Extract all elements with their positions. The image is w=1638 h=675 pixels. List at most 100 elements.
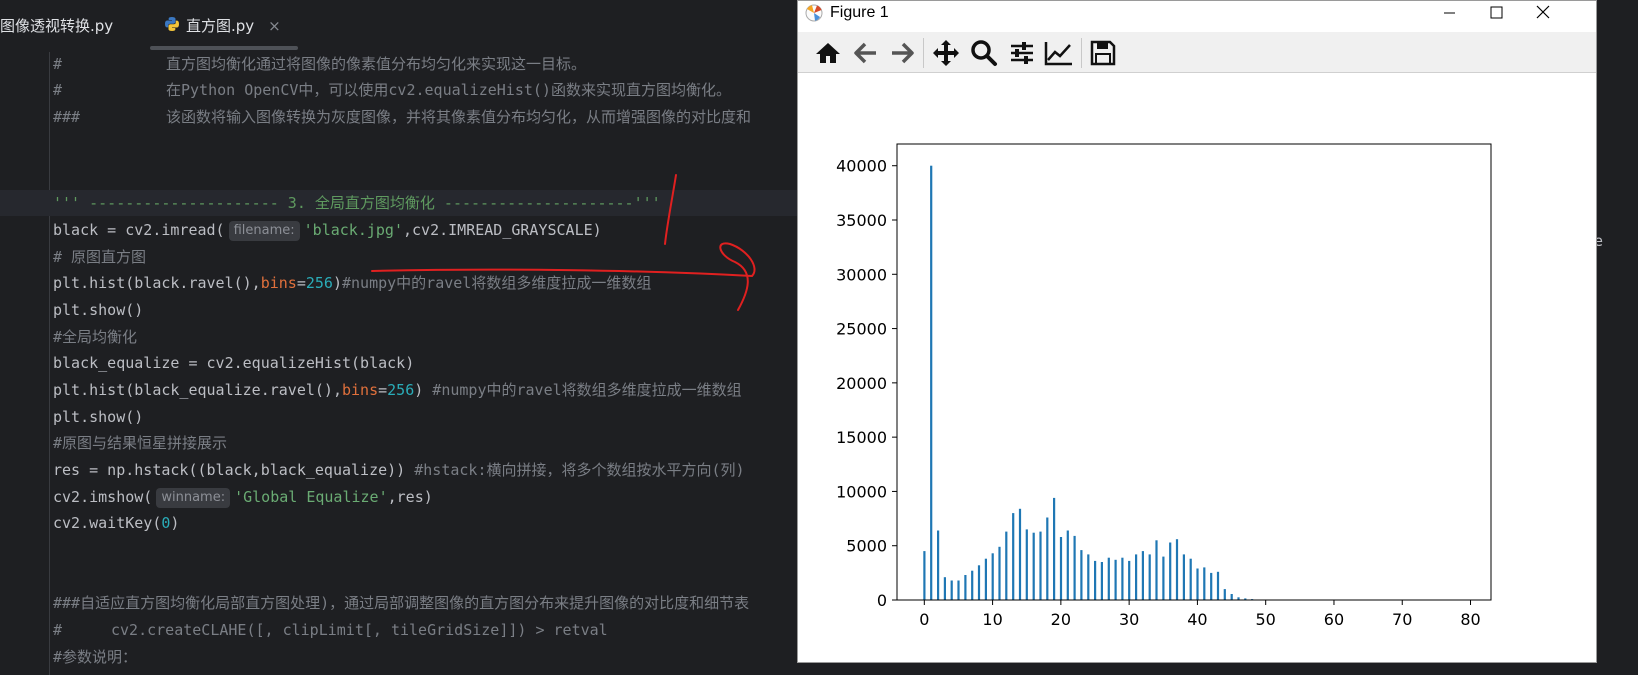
code-line-show[interactable]: plt.show() bbox=[53, 404, 143, 431]
save-icon bbox=[1090, 40, 1116, 66]
histogram-bar bbox=[1025, 529, 1028, 600]
window-title-bar[interactable]: Figure 1 bbox=[798, 1, 1596, 24]
matplotlib-figure-window[interactable]: Figure 1 0 10 20 30 40 50 60 70 80 0 500… bbox=[797, 0, 1597, 663]
histogram-bars bbox=[923, 165, 1261, 600]
zoom-button[interactable] bbox=[968, 38, 1000, 68]
code-line-3[interactable]: ### 该函数将输入图像转换为灰度图像，并将其像素值分布均匀化，从而增强图像的对比… bbox=[53, 104, 751, 131]
histogram-bar bbox=[984, 558, 987, 600]
histogram-bar bbox=[1073, 535, 1076, 600]
comment: ###自适应直方图均衡化局部直方图处理)，通过局部调整图像的直方图分布来提升图像… bbox=[53, 594, 750, 612]
code-line-comment[interactable]: #参数说明： bbox=[53, 644, 137, 671]
code-line-show[interactable]: plt.show() bbox=[53, 297, 143, 324]
kwarg-name: bins bbox=[341, 381, 379, 399]
histogram-bar bbox=[1141, 551, 1144, 600]
histogram-bar bbox=[1230, 594, 1233, 600]
tab-histogram[interactable]: 直方图.py × bbox=[164, 0, 281, 52]
histogram-bar bbox=[1155, 540, 1158, 600]
code-line-comment[interactable]: #原图与结果恒星拼接展示 bbox=[53, 430, 227, 457]
param-hint-winname: winname: bbox=[156, 488, 231, 508]
window-title: Figure 1 bbox=[830, 4, 889, 21]
close-window-button[interactable] bbox=[1520, 1, 1566, 24]
back-button[interactable] bbox=[850, 38, 882, 68]
code-line-comment[interactable]: ###自适应直方图均衡化局部直方图处理)，通过局部调整图像的直方图分布来提升图像… bbox=[53, 590, 749, 617]
save-button[interactable] bbox=[1087, 38, 1119, 68]
x-tick-label: 20 bbox=[1051, 610, 1071, 629]
matplotlib-app-icon bbox=[804, 3, 824, 27]
home-button[interactable] bbox=[812, 38, 844, 68]
maximize-button[interactable] bbox=[1473, 1, 1519, 24]
minimize-icon bbox=[1444, 12, 1455, 14]
code-line-hist[interactable]: plt.hist(black.ravel(),bins=256)#numpy中的… bbox=[53, 270, 651, 297]
pan-button[interactable] bbox=[930, 38, 962, 68]
zoom-icon bbox=[971, 40, 997, 66]
code-line-waitkey[interactable]: cv2.waitKey(0) bbox=[53, 510, 179, 537]
code-text: plt.show() bbox=[53, 301, 144, 319]
comment-hash: # bbox=[53, 55, 63, 73]
forward-button[interactable] bbox=[886, 38, 918, 68]
histogram-bar bbox=[1053, 497, 1056, 600]
code-line-hstack[interactable]: res = np.hstack((black,black_equalize)) … bbox=[53, 457, 745, 484]
comment: # 原图直方图 bbox=[53, 248, 147, 266]
histogram-bar bbox=[923, 551, 926, 600]
toolbar-separator bbox=[1081, 38, 1082, 68]
y-tick-label: 40000 bbox=[836, 157, 887, 176]
code-line-comment[interactable]: #全局均衡化 bbox=[53, 324, 137, 351]
home-icon bbox=[816, 43, 840, 63]
y-tick-label: 10000 bbox=[836, 482, 887, 501]
histogram-bar bbox=[1196, 568, 1199, 600]
y-tick-label: 5000 bbox=[846, 537, 887, 556]
code-line-2[interactable]: # 在Python OpenCV中，可以使用cv2.equalizeHist()函… bbox=[53, 77, 731, 104]
x-tick-label: 10 bbox=[982, 610, 1002, 629]
string-literal: 'Global Equalize' bbox=[234, 488, 388, 506]
kwarg-name: bins bbox=[260, 274, 297, 292]
histogram-bar bbox=[1066, 530, 1069, 600]
histogram-bar bbox=[1039, 531, 1042, 600]
code-line-imread[interactable]: black = cv2.imread(filename:'black.jpg',… bbox=[53, 217, 602, 244]
histogram-bar bbox=[1210, 572, 1213, 600]
x-axis-ticks: 0 10 20 30 40 50 60 70 80 bbox=[919, 600, 1481, 629]
code-line-docstring[interactable]: ''' --------------------- 3. 全局直方图均衡化 --… bbox=[53, 190, 661, 217]
string-literal: 'black.jpg' bbox=[303, 221, 403, 239]
code-text: plt.show() bbox=[53, 408, 144, 426]
docstring: ''' --------------------- 3. 全局直方图均衡化 --… bbox=[53, 194, 661, 212]
histogram-bar bbox=[977, 565, 981, 600]
x-tick-label: 80 bbox=[1460, 610, 1480, 629]
comment-text: cv2.createCLAHE([, clipLimit[, tileGridS… bbox=[111, 621, 608, 639]
tab-label: 图像透视转换.py bbox=[0, 17, 114, 35]
x-tick-label: 0 bbox=[919, 610, 929, 629]
histogram-bar bbox=[998, 546, 1001, 600]
histogram-bar bbox=[1175, 539, 1179, 600]
code-line-imshow[interactable]: cv2.imshow(winname: 'Global Equalize',res… bbox=[53, 484, 433, 511]
histogram-bar bbox=[1046, 517, 1049, 600]
tab-perspective-transform[interactable]: 图像透视转换.py bbox=[0, 0, 113, 52]
y-tick-label: 0 bbox=[877, 591, 887, 610]
code-text: ) bbox=[332, 274, 342, 292]
histogram-bar bbox=[1182, 554, 1185, 600]
x-tick-label: 40 bbox=[1187, 610, 1207, 629]
histogram-bar bbox=[1189, 558, 1192, 600]
y-tick-label: 30000 bbox=[836, 265, 887, 284]
histogram-bar bbox=[1012, 513, 1015, 600]
histogram-plot[interactable]: 0 10 20 30 40 50 60 70 80 0 5000 10000 15000 20000 25… bbox=[798, 73, 1596, 663]
minimize-button[interactable] bbox=[1426, 1, 1472, 24]
histogram-bar bbox=[991, 553, 994, 600]
x-tick-label: 50 bbox=[1256, 610, 1276, 629]
y-tick-label: 15000 bbox=[836, 428, 887, 447]
code-line-comment[interactable]: # cv2.createCLAHE([, clipLimit[, tileGrid… bbox=[53, 617, 608, 644]
code-line-equalize[interactable]: black_equalize = cv2.equalizeHist(black) bbox=[53, 350, 414, 377]
code-text: ,cv2.IMREAD_GRAYSCALE) bbox=[402, 221, 602, 239]
code-text: cv2.waitKey( bbox=[53, 514, 162, 532]
code-line-comment[interactable]: # 原图直方图 bbox=[53, 244, 146, 271]
comment-hash: ### bbox=[53, 108, 81, 126]
histogram-bar bbox=[1169, 542, 1172, 600]
histogram-bar bbox=[1114, 559, 1117, 600]
pan-icon bbox=[933, 40, 959, 66]
histogram-bar bbox=[1059, 537, 1063, 600]
comment-text: 该函数将输入图像转换为灰度图像，并将其像素值分布均匀化，从而增强图像的对比度和 bbox=[166, 108, 752, 126]
close-tab-icon[interactable]: × bbox=[268, 17, 281, 35]
code-line-1[interactable]: # 直方图均衡化通过将图像的像素值分布均匀化来实现这一目标。 bbox=[53, 51, 586, 78]
edit-axes-button[interactable] bbox=[1043, 38, 1075, 68]
configure-subplots-button[interactable] bbox=[1006, 38, 1038, 68]
code-line-hist-equalize[interactable]: plt.hist(black_equalize.ravel(),bins=256… bbox=[53, 377, 742, 404]
forward-icon bbox=[892, 42, 914, 64]
